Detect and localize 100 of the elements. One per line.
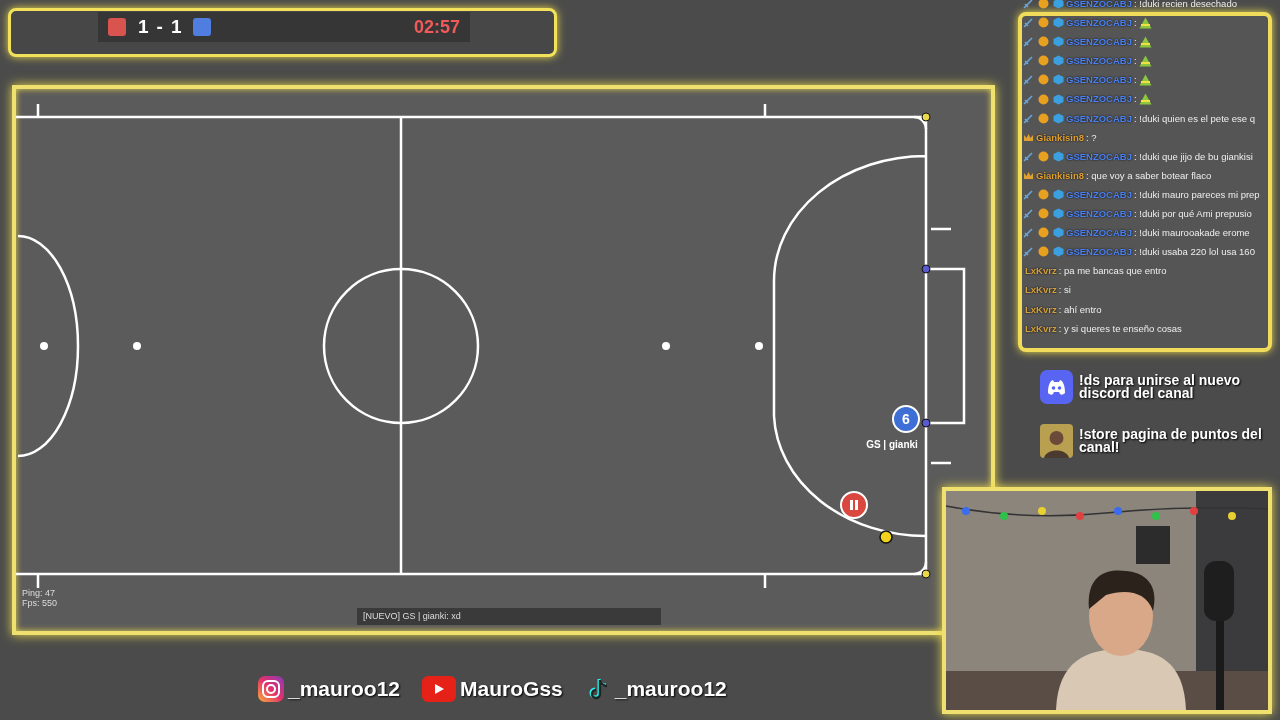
ball bbox=[879, 530, 893, 544]
cube-icon bbox=[1053, 227, 1064, 239]
goal-post bbox=[921, 112, 931, 122]
coin-icon bbox=[1038, 0, 1049, 10]
chat-username: GSENZOCABJ bbox=[1066, 92, 1132, 107]
chat-message: : bbox=[1134, 16, 1137, 31]
youtube-icon bbox=[422, 675, 457, 702]
chat-username: GSENZOCABJ bbox=[1066, 245, 1132, 260]
chat-username: GSENZOCABJ bbox=[1066, 207, 1132, 222]
sword-icon bbox=[1023, 208, 1034, 220]
chat-message: : bbox=[1134, 54, 1137, 69]
ping-text: Ping: 47 bbox=[22, 588, 57, 598]
coin-icon bbox=[1038, 189, 1049, 200]
coin-icon bbox=[1038, 208, 1049, 220]
crown-icon bbox=[1023, 131, 1034, 143]
coin-icon bbox=[1038, 112, 1049, 124]
sword-icon bbox=[1023, 227, 1034, 239]
chat-message: : pa me bancas que entro bbox=[1058, 264, 1167, 279]
sword-icon bbox=[1023, 150, 1034, 162]
player-number: 6 bbox=[902, 411, 910, 427]
team-score: 1 bbox=[138, 14, 149, 39]
chat-message: : bbox=[1134, 73, 1137, 88]
crown-icon bbox=[1023, 169, 1034, 181]
chat-username: GSENZOCABJ bbox=[1066, 0, 1132, 11]
chat-message: : !duki por qué Ami prepusio bbox=[1134, 207, 1252, 222]
coin-icon bbox=[1038, 74, 1049, 86]
chat-message: : !duki quien es el pete ese q bbox=[1134, 111, 1255, 126]
chat-username: GSENZOCABJ bbox=[1066, 35, 1132, 50]
cube-icon bbox=[1053, 74, 1064, 86]
cube-icon bbox=[1053, 189, 1064, 200]
chat-username: Giankisin8 bbox=[1036, 130, 1085, 145]
cube-icon bbox=[1053, 246, 1064, 258]
chat-username: LxKvrz bbox=[1025, 302, 1057, 317]
sword-icon bbox=[1023, 17, 1034, 29]
cube-icon bbox=[1053, 208, 1064, 220]
coin-icon bbox=[1038, 55, 1049, 67]
pitch-spot bbox=[755, 342, 763, 350]
coin-icon bbox=[1038, 93, 1049, 105]
chat-message: : !duki usaba 220 lol usa 160 bbox=[1134, 245, 1255, 260]
sword-icon bbox=[1023, 0, 1034, 10]
player-name: GS | gianki bbox=[866, 439, 918, 450]
pause-icon bbox=[850, 500, 858, 510]
cube-icon bbox=[1053, 150, 1064, 162]
chat-message: : !duki recien desechado bbox=[1134, 0, 1237, 11]
chat-message: : ahí entro bbox=[1058, 302, 1102, 317]
pitch-spot bbox=[662, 342, 670, 350]
promo-text: !ds para unirse al nuevo discord del canal bbox=[1079, 374, 1242, 400]
pitch-spot bbox=[133, 342, 141, 350]
team-score: 1 bbox=[170, 14, 182, 39]
sword-icon bbox=[1023, 74, 1034, 86]
social-handle: MauroGss bbox=[460, 676, 563, 702]
chat-username: GSENZOCABJ bbox=[1066, 187, 1132, 202]
coin-icon bbox=[1038, 246, 1049, 258]
social-handle: _mauroo12 bbox=[614, 676, 727, 702]
chat-username: LxKvrz bbox=[1025, 283, 1057, 298]
promo-text: !store pagina de puntos del canal! bbox=[1079, 428, 1263, 454]
match-clock: 02:57 bbox=[413, 15, 460, 39]
chat-username: GSENZOCABJ bbox=[1066, 226, 1132, 241]
pitch-spot bbox=[40, 342, 48, 350]
sword-icon bbox=[1023, 93, 1034, 105]
chat-username: Giankisin8 bbox=[1036, 168, 1085, 183]
coin-icon bbox=[1038, 227, 1049, 239]
chat-message: : bbox=[1134, 92, 1137, 107]
social-handle: _mauroo12 bbox=[288, 676, 401, 702]
sword-icon bbox=[1023, 112, 1034, 124]
sword-icon bbox=[1023, 55, 1034, 67]
chat-username: GSENZOCABJ bbox=[1066, 149, 1132, 164]
score-separator: - bbox=[156, 14, 163, 39]
chat-username: LxKvrz bbox=[1025, 321, 1057, 336]
sword-icon bbox=[1023, 36, 1034, 48]
cube-icon bbox=[1053, 93, 1064, 105]
chat-username: GSENZOCABJ bbox=[1066, 16, 1132, 31]
chat-message: : si bbox=[1058, 283, 1071, 298]
chat-username: GSENZOCABJ bbox=[1066, 54, 1132, 69]
fps-text: Fps: 550 bbox=[22, 598, 58, 608]
cube-icon bbox=[1053, 17, 1064, 29]
cube-icon bbox=[1053, 36, 1064, 48]
sword-icon bbox=[1023, 189, 1034, 200]
chat-message: : !duki mauro pareces mi prep bbox=[1134, 187, 1260, 202]
coin-icon bbox=[1038, 150, 1049, 162]
chat-message: : !duki que jijo de bu giankisi bbox=[1134, 149, 1253, 164]
chat-message: : y si queres te enseño cosas bbox=[1058, 321, 1182, 336]
coin-icon bbox=[1038, 36, 1049, 48]
chat-username: GSENZOCABJ bbox=[1066, 111, 1132, 126]
goal-post bbox=[921, 264, 931, 274]
chat-message: : bbox=[1134, 35, 1137, 50]
chat-message: : que voy a saber botear flaco bbox=[1086, 168, 1212, 183]
chat-input-field[interactable]: [NUEVO] GS | gianki: xd bbox=[357, 608, 661, 625]
chat-message: : !duki maurooakade erome bbox=[1134, 226, 1250, 241]
chat-username: GSENZOCABJ bbox=[1066, 73, 1132, 88]
coin-icon bbox=[1038, 17, 1049, 29]
instagram-icon bbox=[258, 675, 284, 702]
avatar-icon bbox=[1040, 424, 1073, 458]
chat-message: : ? bbox=[1086, 130, 1097, 145]
discord-icon bbox=[1040, 370, 1073, 404]
goal-post bbox=[921, 418, 931, 428]
goal-post bbox=[921, 569, 931, 579]
cube-icon bbox=[1053, 0, 1064, 10]
cube-icon bbox=[1053, 112, 1064, 124]
sword-icon bbox=[1023, 246, 1034, 258]
